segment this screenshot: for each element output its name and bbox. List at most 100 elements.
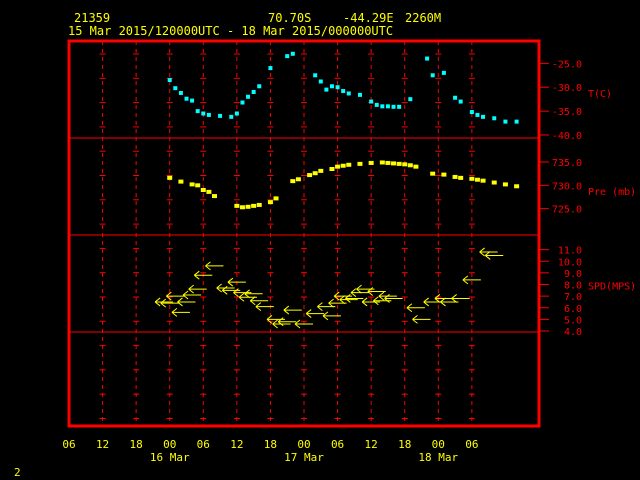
wind-arrow: [434, 294, 453, 303]
pressure-point: [206, 189, 212, 194]
temperature-point: [318, 79, 323, 84]
pressure-point: [469, 176, 475, 181]
temperature-point: [324, 87, 329, 92]
wind-arrow: [205, 261, 224, 271]
temperature-point: [290, 51, 295, 56]
temperature-point: [201, 111, 206, 116]
pressure-point: [312, 171, 318, 176]
pressure-point: [295, 177, 301, 182]
y-tick-label: 11.0: [558, 246, 582, 257]
temperature-point: [458, 99, 463, 104]
y-tick-label: 725.0: [552, 205, 582, 216]
wind-arrow: [479, 247, 498, 257]
temperature-point: [218, 113, 223, 118]
temperature-point: [190, 98, 195, 103]
pressure-point: [307, 173, 313, 178]
temperature-point: [257, 84, 262, 89]
pressure-point: [267, 200, 273, 205]
wind-arrow: [177, 297, 196, 307]
pressure-point: [178, 179, 184, 184]
pressure-point: [290, 179, 296, 184]
pressure-point: [340, 163, 346, 168]
pressure-point: [491, 180, 497, 185]
temperature-point: [357, 92, 362, 97]
x-day-label: 17 Mar: [284, 451, 324, 464]
wind-arrow: [412, 314, 431, 324]
temperature-point: [240, 100, 245, 105]
x-tick-label: 18: [264, 438, 277, 451]
y-tick-label: 9.0: [564, 269, 582, 280]
temperature-point: [335, 85, 340, 90]
wind-arrow: [244, 289, 263, 299]
series-axis-label: SPD(MPS): [588, 282, 636, 293]
temperature-point: [251, 90, 256, 94]
pressure-point: [458, 175, 464, 180]
x-tick-label: 18: [130, 438, 143, 451]
x-tick-label: 06: [62, 438, 75, 451]
pressure-point: [430, 171, 436, 176]
temperature-point: [374, 102, 379, 107]
temperature-point: [430, 73, 435, 78]
wind-arrow: [367, 287, 386, 296]
x-day-label: 16 Mar: [150, 451, 190, 464]
pressure-point: [189, 182, 195, 187]
temperature-point: [397, 104, 402, 109]
y-tick-label: 730.0: [552, 181, 582, 192]
y-tick-label: -35.0: [552, 107, 582, 118]
wind-arrow: [188, 284, 207, 294]
temperature-point: [441, 70, 446, 75]
wind-arrow: [171, 308, 190, 317]
temperature-point: [313, 73, 318, 78]
wind-arrow: [406, 303, 425, 313]
x-tick-label: 06: [197, 438, 210, 451]
temperature-point: [229, 114, 234, 119]
x-tick-label: 00: [432, 438, 445, 451]
temperature-point: [206, 112, 211, 117]
wind-arrow: [255, 302, 274, 311]
pressure-point: [480, 178, 486, 183]
temperature-point: [514, 119, 519, 124]
y-tick-label: -25.0: [552, 59, 582, 70]
temperature-point: [380, 104, 385, 109]
temperature-point: [453, 95, 458, 100]
pressure-point: [368, 160, 374, 165]
temperature-point: [369, 99, 374, 104]
y-tick-label: 7.0: [564, 292, 582, 303]
pressure-point: [407, 163, 413, 168]
pressure-point: [234, 203, 240, 208]
temperature-point: [167, 78, 172, 83]
pressure-point: [379, 160, 385, 165]
page-number: 2: [14, 466, 21, 479]
x-tick-label: 12: [96, 438, 109, 451]
pressure-point: [329, 167, 335, 171]
x-tick-label: 12: [365, 438, 378, 451]
y-tick-label: 4.0: [564, 327, 582, 338]
y-tick-label: -30.0: [552, 83, 582, 94]
pressure-point: [391, 161, 397, 166]
wind-arrow: [350, 288, 369, 298]
pressure-point: [452, 174, 458, 179]
pressure-point: [239, 205, 245, 210]
y-tick-label: 735.0: [552, 158, 582, 169]
temperature-point: [503, 119, 508, 124]
temperature-point: [425, 56, 430, 61]
pressure-point: [245, 204, 251, 209]
x-tick-label: 18: [398, 438, 411, 451]
meteogram-chart: -25.0 -30.0 -35.0 -40.0 T(C) 735.0 730.0 725.0 P…: [62, 39, 636, 464]
y-tick-label: 10.0: [558, 257, 582, 268]
temperature-point: [391, 104, 396, 109]
temperature-point: [481, 114, 486, 119]
pressure-point: [474, 177, 480, 182]
pressure-point: [346, 162, 352, 167]
pressure-point: [402, 162, 408, 167]
temperature-point: [341, 89, 346, 94]
pressure-point: [200, 188, 206, 192]
temperature-point: [285, 54, 290, 59]
temperature-point: [346, 91, 351, 96]
pressure-point: [502, 182, 508, 187]
temperature-point: [492, 116, 497, 121]
y-tick-label: 8.0: [564, 281, 582, 292]
wind-arrow: [339, 295, 358, 305]
wind-arrow: [451, 294, 470, 303]
temperature-point: [268, 66, 273, 71]
